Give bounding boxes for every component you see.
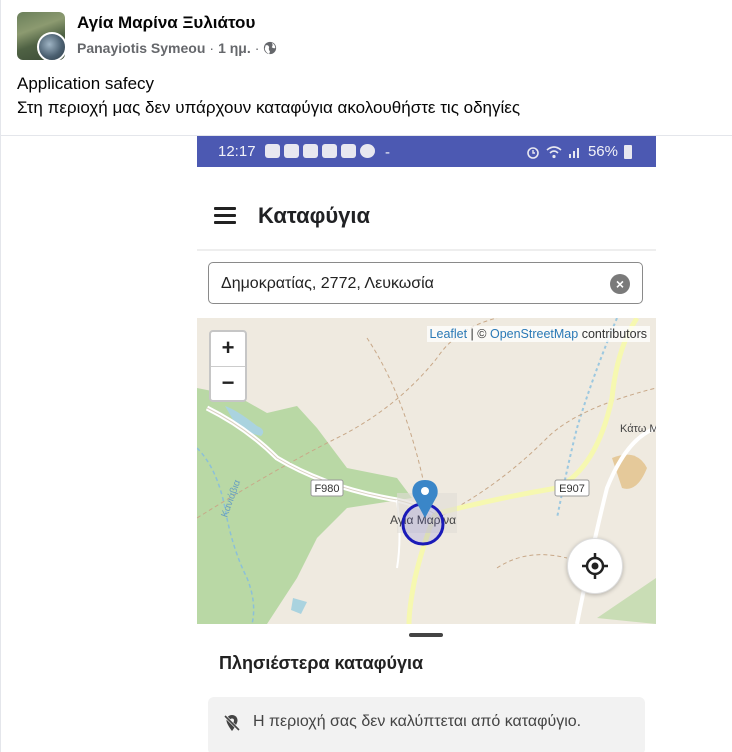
- page-avatar[interactable]: [17, 12, 65, 60]
- page-name-link[interactable]: Αγία Μαρίνα Ξυλιάτου: [77, 13, 255, 33]
- post-header: Αγία Μαρίνα Ξυλιάτου Panayiotis Symeou ·…: [17, 12, 717, 60]
- meta-separator: ·: [209, 40, 215, 56]
- post-meta: Panayiotis Symeou · 1 ημ. ·: [77, 40, 277, 56]
- youtube-icon: [303, 144, 318, 158]
- signal-icon: [568, 147, 579, 158]
- phone-status-bar: 12:17 - 56%: [197, 136, 656, 167]
- post-text-line: Στη περιοχή μας δεν υπάρχουν καταφύγια α…: [17, 98, 521, 117]
- zoom-in-button[interactable]: +: [211, 332, 245, 367]
- osm-link[interactable]: OpenStreetMap: [490, 327, 578, 341]
- zoom-out-button[interactable]: −: [211, 367, 245, 401]
- search-value[interactable]: Δημοκρατίας, 2772, Λευκωσία: [221, 275, 434, 293]
- road-label-f980: F980: [314, 483, 339, 495]
- youtube-icon: [265, 144, 280, 158]
- locate-me-button[interactable]: [567, 538, 623, 594]
- app-screenshot[interactable]: 12:17 - 56% Καταφύγια Δημοκρατίας, 2772,…: [197, 136, 656, 752]
- youtube-icon: [284, 144, 299, 158]
- system-icons: 56%: [526, 143, 632, 160]
- map-view[interactable]: F980 E907 Αγία Μαρίνα Κανιάβια Κάτω Μ + …: [197, 318, 656, 624]
- app-title: Καταφύγια: [258, 203, 371, 228]
- gallery-icon: [322, 144, 337, 158]
- no-shelter-notice: Η περιοχή σας δεν καλύπτεται από καταφύγ…: [208, 697, 645, 752]
- place-label-east: Κάτω Μ: [620, 423, 656, 435]
- address-search-input[interactable]: Δημοκρατίας, 2772, Λευκωσία ×: [208, 262, 643, 304]
- wifi-icon: [546, 145, 562, 158]
- status-extra: -: [385, 144, 390, 161]
- post-time-link[interactable]: 1 ημ.: [218, 40, 251, 56]
- status-time: 12:17: [218, 143, 256, 160]
- notice-text: Η περιοχή σας δεν καλύπτεται από καταφύγ…: [253, 713, 582, 730]
- attribution-tail: contributors: [578, 327, 647, 341]
- facebook-post: Αγία Μαρίνα Ξυλιάτου Panayiotis Symeou ·…: [0, 0, 732, 752]
- message-icon: [341, 144, 356, 158]
- author-avatar[interactable]: [37, 32, 65, 60]
- battery-icon: [624, 144, 632, 159]
- sheet-title: Πλησιέστερα καταφύγια: [219, 653, 424, 673]
- crosshair-icon: [582, 553, 608, 579]
- app-bar: Καταφύγια: [197, 167, 656, 251]
- author-name-link[interactable]: Panayiotis Symeou: [77, 40, 205, 56]
- map-attribution: Leaflet | © OpenStreetMap contributors: [426, 326, 650, 342]
- globe-icon[interactable]: [263, 41, 277, 55]
- sheet-drag-handle[interactable]: [409, 633, 443, 637]
- location-off-icon: [223, 714, 241, 732]
- post-body: Application safecy Στη περιοχή μας δεν υ…: [17, 72, 520, 120]
- notification-icons: -: [265, 144, 390, 161]
- alarm-icon: [527, 146, 539, 159]
- post-text-line: Application safecy: [17, 74, 155, 93]
- meta-separator: ·: [254, 40, 260, 56]
- bottom-sheet[interactable]: Πλησιέστερα καταφύγια Η περιοχή σας δεν …: [197, 624, 656, 752]
- zoom-control: + −: [209, 330, 247, 402]
- phone-call-icon: [360, 144, 375, 158]
- clear-search-icon[interactable]: ×: [610, 274, 630, 294]
- hamburger-menu-icon[interactable]: [214, 207, 236, 228]
- leaflet-link[interactable]: Leaflet: [430, 327, 468, 341]
- attribution-separator: | ©: [467, 327, 490, 341]
- battery-percent: 56%: [587, 143, 618, 160]
- road-label-e907: E907: [559, 483, 585, 495]
